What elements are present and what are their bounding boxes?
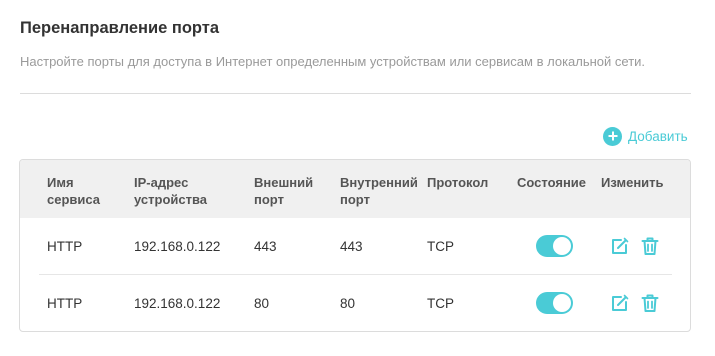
add-button-label: Добавить — [628, 128, 688, 144]
column-header-external-port: Внешний порт — [254, 175, 314, 207]
delete-button[interactable] — [640, 293, 660, 313]
trash-icon — [641, 294, 659, 312]
edit-icon — [612, 237, 629, 254]
cell-service: HTTP — [47, 296, 83, 311]
toggle-knob — [553, 237, 571, 255]
column-header-ip: IP-адрес устройства — [134, 175, 208, 207]
section-description: Настройте порты для доступа в Интернет о… — [20, 54, 646, 69]
cell-external-port: 80 — [254, 296, 270, 311]
cell-service: HTTP — [47, 239, 83, 254]
column-header-internal-port: Внутренний порт — [340, 175, 418, 207]
toggle-knob — [553, 294, 571, 312]
trash-icon — [641, 237, 659, 255]
cell-ip: 192.168.0.122 — [134, 239, 221, 254]
delete-button[interactable] — [640, 236, 660, 256]
port-forwarding-table: Имя сервиса IP-адрес устройства Внешний … — [19, 159, 691, 332]
edit-button[interactable] — [610, 293, 630, 313]
plus-circle-icon — [603, 126, 622, 146]
cell-protocol: TCP — [427, 296, 454, 311]
cell-protocol: TCP — [427, 239, 454, 254]
edit-button[interactable] — [610, 236, 630, 256]
status-toggle[interactable] — [536, 235, 573, 257]
cell-internal-port: 80 — [340, 296, 356, 311]
column-header-service: Имя сервиса — [47, 175, 101, 207]
column-header-status: Состояние — [517, 175, 587, 190]
status-toggle[interactable] — [536, 292, 573, 314]
table-row: HTTP 192.168.0.122 80 80 TCP — [20, 275, 690, 331]
edit-icon — [612, 294, 629, 311]
table-header: Имя сервиса IP-адрес устройства Внешний … — [20, 160, 690, 218]
table-row: HTTP 192.168.0.122 443 443 TCP — [20, 218, 690, 275]
cell-internal-port: 443 — [340, 239, 363, 254]
section-title: Перенаправление порта — [20, 19, 220, 37]
cell-ip: 192.168.0.122 — [134, 296, 221, 311]
column-header-protocol: Протокол — [427, 175, 489, 190]
cell-external-port: 443 — [254, 239, 277, 254]
divider — [20, 93, 691, 94]
add-button[interactable]: Добавить — [603, 126, 688, 146]
column-header-edit: Изменить — [601, 175, 664, 190]
